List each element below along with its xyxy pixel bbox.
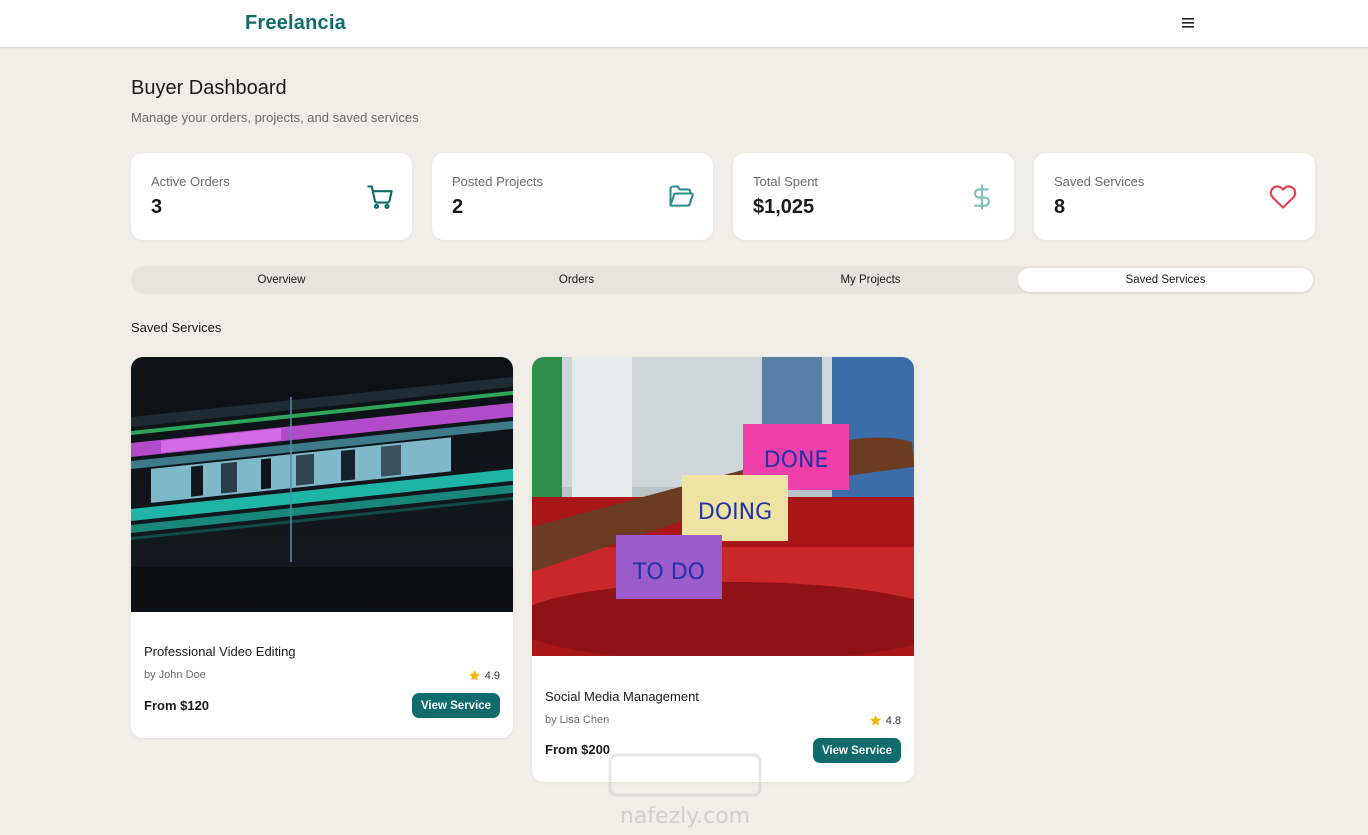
stat-card-saved-services: Saved Services 8 — [1034, 153, 1315, 240]
section-title: Saved Services — [131, 320, 222, 335]
star-icon — [468, 670, 480, 681]
watermark-logo: nafezly.com — [600, 745, 770, 835]
view-service-button[interactable]: View Service — [813, 738, 901, 763]
sticky-notes-todo-image: DONE DOING TO DO — [532, 357, 914, 656]
star-icon — [869, 715, 881, 726]
service-title[interactable]: Social Media Management — [545, 689, 699, 704]
watermark-text: nafezly.com — [620, 804, 750, 829]
rating-value: 4.8 — [885, 714, 901, 727]
stat-value: 3 — [151, 196, 163, 218]
stat-label: Saved Services — [1054, 174, 1145, 189]
stat-label: Posted Projects — [452, 174, 544, 189]
note-todo: TO DO — [632, 560, 705, 585]
tab-my-projects[interactable]: My Projects — [723, 268, 1018, 292]
stat-card-posted-projects: Posted Projects 2 — [432, 153, 713, 240]
service-price: From $120 — [144, 698, 210, 713]
tab-saved-services[interactable]: Saved Services — [1018, 268, 1313, 292]
dollar-icon — [973, 184, 991, 210]
service-card[interactable]: Professional Video Editing by John Doe 4… — [131, 357, 513, 738]
note-doing: DOING — [698, 500, 772, 525]
service-title[interactable]: Professional Video Editing — [144, 644, 296, 659]
stat-label: Total Spent — [753, 174, 819, 189]
stat-value: $1,025 — [753, 196, 815, 218]
service-card[interactable]: DONE DOING TO DO Social Media Management… — [532, 357, 914, 782]
hamburger-icon[interactable] — [1176, 12, 1200, 34]
service-rating: 4.8 — [869, 714, 901, 727]
stat-value: 2 — [452, 196, 464, 218]
cart-icon — [367, 185, 393, 209]
stat-card-total-spent: Total Spent $1,025 — [733, 153, 1014, 240]
note-done: DONE — [764, 448, 829, 473]
tab-overview[interactable]: Overview — [134, 268, 429, 292]
dashboard-tabs: Overview Orders My Projects Saved Servic… — [131, 266, 1315, 294]
logo[interactable]: Freelancia — [245, 12, 346, 35]
rating-value: 4.9 — [484, 669, 500, 682]
folder-open-icon — [669, 185, 694, 207]
view-service-button[interactable]: View Service — [412, 693, 500, 718]
stat-value: 8 — [1054, 196, 1066, 218]
stat-card-active-orders: Active Orders 3 — [131, 153, 412, 240]
stat-label: Active Orders — [151, 174, 230, 189]
service-author: by John Doe — [144, 669, 206, 681]
video-editing-timeline-image — [131, 357, 513, 612]
tab-orders[interactable]: Orders — [429, 268, 724, 292]
heart-icon — [1269, 185, 1297, 209]
page-subtitle: Manage your orders, projects, and saved … — [131, 110, 419, 125]
service-author: by Lisa Chen — [545, 714, 610, 726]
service-rating: 4.9 — [468, 669, 500, 682]
page-title: Buyer Dashboard — [131, 77, 287, 99]
top-navbar: Freelancia — [0, 0, 1368, 48]
